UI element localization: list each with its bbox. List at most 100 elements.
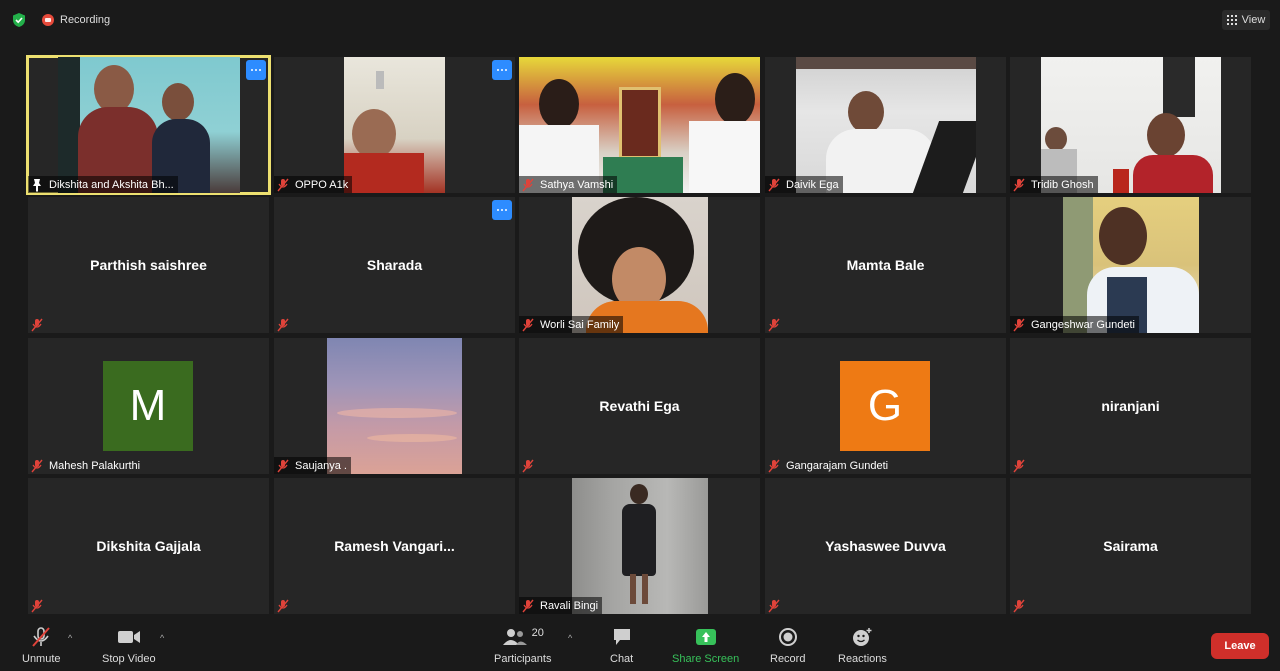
participant-tile-parthish[interactable]: Parthish saishree: [28, 197, 269, 333]
participant-display-name: Sharada: [366, 257, 423, 273]
muted-mic-icon: [522, 599, 534, 612]
participant-tile-gangarajam[interactable]: G Gangarajam Gundeti: [765, 338, 1006, 474]
meeting-toolbar: Unmute ^ Stop Video ^ 20 Participants ^ …: [0, 621, 1280, 671]
participant-name-label: OPPO A1k: [274, 176, 353, 193]
participant-name-label: Ravali Bingi: [519, 597, 603, 614]
participant-name-label: [28, 597, 53, 614]
participant-tile-oppo[interactable]: OPPO A1k: [274, 57, 515, 193]
participant-tile-daivik[interactable]: Daivik Ega: [765, 57, 1006, 193]
participant-video: [1063, 197, 1199, 333]
participant-display-name: Sairama: [1103, 538, 1158, 554]
participant-name-label: [28, 316, 53, 333]
unmute-label: Unmute: [22, 653, 61, 665]
participant-name: Ravali Bingi: [540, 599, 599, 612]
participant-name-label: Mahesh Palakurthi: [28, 457, 144, 474]
participant-name: Gangeshwar Gundeti: [1031, 318, 1135, 331]
share-screen-icon: [695, 626, 717, 648]
more-options-button[interactable]: [246, 60, 266, 80]
reactions-button[interactable]: Reactions: [838, 626, 887, 665]
more-options-button[interactable]: [492, 60, 512, 80]
participant-display-name: Revathi Ega: [599, 398, 680, 414]
grid-icon: [1226, 15, 1237, 25]
record-icon: [778, 626, 798, 648]
stop-video-button[interactable]: Stop Video: [102, 626, 156, 665]
participant-name: Dikshita and Akshita Bh...: [49, 178, 174, 191]
video-options-caret-icon[interactable]: ^: [160, 633, 164, 643]
participant-name-label: Tridib Ghosh: [1010, 176, 1098, 193]
participants-button[interactable]: 20 Participants: [494, 626, 551, 665]
leave-button[interactable]: Leave: [1211, 633, 1269, 659]
view-label: View: [1241, 14, 1266, 26]
share-screen-button[interactable]: Share Screen: [672, 626, 739, 665]
participant-video: [519, 57, 760, 193]
participant-name-label: Daivik Ega: [765, 176, 843, 193]
participant-tile-saujanya[interactable]: Saujanya .: [274, 338, 515, 474]
recording-label: Recording: [60, 14, 111, 26]
encryption-shield-icon[interactable]: [11, 12, 27, 28]
participant-tile-yashaswee[interactable]: Yashaswee Duvva: [765, 478, 1006, 614]
participant-name: Tridib Ghosh: [1031, 178, 1094, 191]
recording-indicator[interactable]: Recording: [42, 14, 110, 26]
muted-mic-icon: [1013, 318, 1025, 331]
chat-button[interactable]: Chat: [610, 626, 633, 665]
muted-mic-icon: [1013, 459, 1025, 472]
participant-name-label: Gangeshwar Gundeti: [1010, 316, 1139, 333]
participant-tile-sathya[interactable]: Sathya Vamshi: [519, 57, 760, 193]
participant-tile-sharada[interactable]: Sharada: [274, 197, 515, 333]
muted-mic-icon: [1013, 599, 1025, 612]
unmute-button[interactable]: Unmute: [22, 626, 61, 665]
participant-display-name: Dikshita Gajjala: [96, 538, 201, 554]
muted-mic-icon: [31, 599, 43, 612]
participant-tile-ramesh[interactable]: Ramesh Vangari...: [274, 478, 515, 614]
participant-name-label: Sathya Vamshi: [519, 176, 618, 193]
participants-label: Participants: [494, 653, 552, 665]
participant-tile-sairama[interactable]: Sairama: [1010, 478, 1251, 614]
muted-mic-icon: [768, 178, 780, 191]
participant-video: [572, 478, 708, 614]
participants-options-caret-icon[interactable]: ^: [568, 633, 572, 643]
participant-tile-revathi[interactable]: Revathi Ega: [519, 338, 760, 474]
participants-count: 20: [531, 627, 544, 639]
pin-icon: [33, 178, 41, 192]
participant-video: [58, 57, 240, 193]
chat-icon: [612, 626, 632, 648]
participant-name: Daivik Ega: [786, 178, 839, 191]
participant-tile-gangeshwar[interactable]: Gangeshwar Gundeti: [1010, 197, 1251, 333]
participant-tile-tridib[interactable]: Tridib Ghosh: [1010, 57, 1251, 193]
participant-name-label: [274, 597, 299, 614]
avatar: G: [840, 361, 930, 451]
avatar: M: [103, 361, 193, 451]
muted-mic-icon: [277, 318, 289, 331]
participant-tile-dikshita-akshita[interactable]: Dikshita and Akshita Bh...: [26, 55, 271, 195]
meeting-top-bar: Recording View: [0, 0, 1280, 40]
participant-name-label: Gangarajam Gundeti: [765, 457, 892, 474]
muted-mic-icon: [30, 626, 52, 648]
reactions-smiley-icon: [851, 626, 873, 648]
view-button[interactable]: View: [1222, 10, 1270, 30]
muted-mic-icon: [31, 318, 43, 331]
participant-tile-worli[interactable]: Worli Sai Family: [519, 197, 760, 333]
record-button[interactable]: Record: [770, 626, 805, 665]
participant-name-label: Dikshita and Akshita Bh...: [28, 176, 178, 193]
participant-name-label: [274, 316, 299, 333]
participant-display-name: Mamta Bale: [846, 257, 925, 273]
participant-tile-ravali[interactable]: Ravali Bingi: [519, 478, 760, 614]
participant-name: Sathya Vamshi: [540, 178, 614, 191]
participant-tile-mahesh[interactable]: M Mahesh Palakurthi: [28, 338, 269, 474]
participant-name-label: Saujanya .: [274, 457, 351, 474]
muted-mic-icon: [522, 318, 534, 331]
participant-name: Saujanya .: [295, 459, 347, 472]
video-camera-icon: [117, 626, 141, 648]
participant-tile-dikshita-gajjala[interactable]: Dikshita Gajjala: [28, 478, 269, 614]
more-options-button[interactable]: [492, 200, 512, 220]
participant-video: [1041, 57, 1221, 193]
participant-name-label: Worli Sai Family: [519, 316, 624, 333]
participant-tile-mamta[interactable]: Mamta Bale: [765, 197, 1006, 333]
participant-tile-niranjani[interactable]: niranjani: [1010, 338, 1251, 474]
participant-name-label: [519, 457, 544, 474]
participant-name-label: [1010, 597, 1035, 614]
muted-mic-icon: [31, 459, 43, 472]
participant-video: [572, 197, 708, 333]
audio-options-caret-icon[interactable]: ^: [68, 633, 72, 643]
muted-mic-icon: [768, 459, 780, 472]
